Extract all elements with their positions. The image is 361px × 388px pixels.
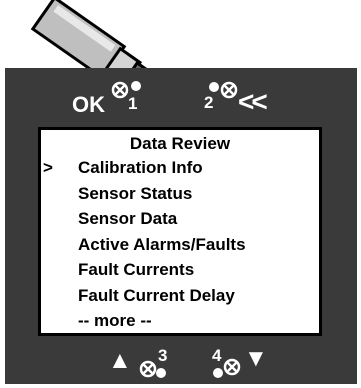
menu-item-label: Fault Currents <box>78 260 195 279</box>
menu-item-calibration-info[interactable]: > Calibration Info <box>41 156 319 182</box>
up-arrow-icon: ▲ <box>108 347 132 374</box>
back-number: 2 <box>204 93 214 112</box>
menu-item-label: Calibration Info <box>78 158 203 177</box>
magnetic-switch-icon <box>111 81 129 99</box>
up-number: 3 <box>158 346 168 365</box>
menu-item-label: Active Alarms/Faults <box>78 234 246 254</box>
menu-item-label: Fault Current Delay <box>78 285 235 305</box>
down-number: 4 <box>212 346 222 365</box>
ok-number: 1 <box>128 94 138 113</box>
down-arrow-icon: ▼ <box>244 345 268 372</box>
menu-item-label: -- more -- <box>78 311 152 330</box>
back-button[interactable]: 2 << <box>200 78 280 117</box>
menu-item-sensor-data[interactable]: Sensor Data <box>41 207 319 233</box>
down-button[interactable]: 4 ▼ <box>210 345 280 381</box>
menu-item-more[interactable]: -- more -- <box>41 309 319 335</box>
lcd-screen: Data Review > Calibration Info Sensor St… <box>38 127 322 336</box>
screen-title: Data Review <box>129 134 231 153</box>
menu-list: > Calibration Info Sensor Status Sensor … <box>41 156 319 335</box>
ok-label: OK <box>72 92 105 117</box>
selection-cursor: > <box>43 158 53 177</box>
menu-item-label: Sensor Data <box>78 209 178 228</box>
back-chevrons-icon: << <box>238 86 268 117</box>
switch-dot-icon <box>156 368 166 378</box>
menu-item-fault-current-delay[interactable]: Fault Current Delay <box>41 284 319 310</box>
menu-item-label: Sensor Status <box>78 183 193 203</box>
ok-button[interactable]: OK 1 <box>72 80 152 116</box>
menu-item-sensor-status[interactable]: Sensor Status <box>41 182 319 208</box>
magnetic-switch-icon <box>220 81 238 99</box>
menu-item-fault-currents[interactable]: Fault Currents <box>41 258 319 284</box>
magnetic-switch-icon <box>223 358 241 376</box>
switch-dot-icon <box>131 81 141 91</box>
up-button[interactable]: ▲ 3 <box>108 345 178 381</box>
menu-item-active-alarms-faults[interactable]: Active Alarms/Faults <box>41 233 319 259</box>
